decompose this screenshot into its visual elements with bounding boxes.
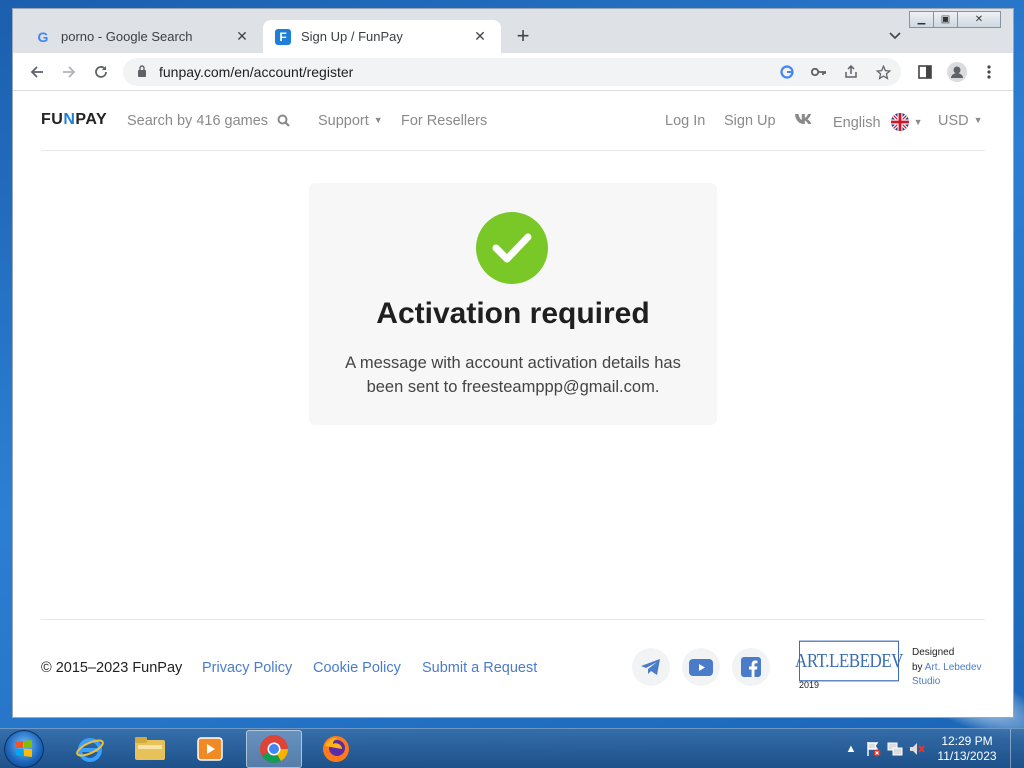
designed-by-text: Designed by Art. Lebedev Studio bbox=[912, 647, 982, 688]
submit-request-link[interactable]: Submit a Request bbox=[422, 660, 537, 676]
maximize-button[interactable]: ▣ bbox=[933, 11, 958, 28]
signup-link[interactable]: Sign Up bbox=[724, 113, 776, 129]
facebook-icon[interactable] bbox=[732, 648, 770, 686]
success-check-icon bbox=[476, 212, 548, 284]
close-tab-icon[interactable]: ✕ bbox=[471, 28, 489, 46]
show-desktop-button[interactable] bbox=[1010, 729, 1024, 768]
caret-down-icon: ▼ bbox=[913, 117, 923, 127]
funpay-favicon-icon: F bbox=[275, 28, 291, 45]
search-icon[interactable] bbox=[277, 114, 291, 128]
firefox-icon[interactable] bbox=[308, 730, 364, 768]
profile-avatar-icon[interactable] bbox=[945, 60, 969, 84]
browser-toolbar: funpay.com/en/account/register bbox=[13, 53, 1013, 91]
close-tab-icon[interactable]: ✕ bbox=[233, 28, 251, 46]
internet-explorer-icon[interactable] bbox=[62, 730, 118, 768]
tab-strip: G porno - Google Search ✕ F Sign Up / Fu… bbox=[13, 9, 1013, 53]
google-lens-icon[interactable] bbox=[775, 60, 799, 84]
google-favicon-icon: G bbox=[37, 28, 49, 45]
youtube-icon[interactable] bbox=[682, 648, 720, 686]
system-tray: ▲ 12:29 PM 11/13/2023 bbox=[840, 729, 1024, 768]
telegram-icon[interactable] bbox=[632, 648, 670, 686]
new-tab-button[interactable]: + bbox=[511, 23, 535, 48]
tab-funpay-signup[interactable]: F Sign Up / FunPay ✕ bbox=[263, 20, 501, 53]
clock-date: 11/13/2023 bbox=[937, 749, 997, 763]
tab-title: porno - Google Search bbox=[61, 29, 193, 44]
share-icon[interactable] bbox=[839, 60, 863, 84]
tab-google-search[interactable]: G porno - Google Search ✕ bbox=[23, 20, 263, 53]
password-key-icon[interactable] bbox=[807, 60, 831, 84]
volume-muted-icon[interactable] bbox=[906, 738, 928, 760]
system-clock[interactable]: 12:29 PM 11/13/2023 bbox=[928, 734, 1006, 764]
action-center-flag-icon[interactable] bbox=[862, 738, 884, 760]
browser-menu-icon[interactable] bbox=[977, 60, 1001, 84]
login-link[interactable]: Log In bbox=[665, 113, 705, 129]
funpay-logo[interactable]: FUNPAY bbox=[41, 111, 107, 129]
uk-flag-icon bbox=[890, 113, 909, 131]
copyright-text: © 2015–2023 FunPay bbox=[41, 660, 183, 676]
vk-icon[interactable] bbox=[794, 112, 814, 130]
lock-icon bbox=[137, 64, 147, 80]
art-lebedev-logo[interactable]: ART.LEBEDEV bbox=[795, 640, 903, 682]
start-button[interactable] bbox=[4, 730, 44, 768]
cookie-policy-link[interactable]: Cookie Policy bbox=[313, 660, 401, 676]
page-viewport: FUNPAY Search by 416 games Support ▼ For … bbox=[13, 91, 1013, 717]
support-menu[interactable]: Support ▼ bbox=[318, 113, 383, 129]
address-bar[interactable]: funpay.com/en/account/register bbox=[123, 58, 901, 86]
file-explorer-icon[interactable] bbox=[122, 730, 178, 768]
site-header: FUNPAY Search by 416 games Support ▼ For … bbox=[41, 91, 985, 151]
lebedev-year: 2019 bbox=[799, 680, 820, 690]
language-selector[interactable]: English ▼ bbox=[833, 113, 923, 131]
show-hidden-icons-icon[interactable]: ▲ bbox=[840, 738, 862, 760]
taskbar: ▲ 12:29 PM 11/13/2023 bbox=[0, 728, 1024, 768]
game-search-input[interactable]: Search by 416 games bbox=[127, 113, 268, 129]
window-close-button[interactable]: ✕ bbox=[957, 11, 1001, 28]
for-resellers-link[interactable]: For Resellers bbox=[401, 113, 487, 129]
reload-button[interactable] bbox=[89, 60, 113, 84]
minimize-button[interactable]: ▁ bbox=[909, 11, 934, 28]
activation-message: A message with account activation detail… bbox=[345, 354, 681, 396]
tab-search-chevron-icon[interactable] bbox=[885, 26, 905, 46]
window-controls: ▁ ▣ ✕ bbox=[909, 11, 1001, 28]
activation-card: Activation required A message with accou… bbox=[309, 183, 717, 425]
caret-down-icon: ▼ bbox=[373, 115, 383, 125]
clock-time: 12:29 PM bbox=[941, 734, 993, 748]
media-player-icon[interactable] bbox=[182, 730, 238, 768]
side-panel-icon[interactable] bbox=[913, 60, 937, 84]
site-footer: © 2015–2023 FunPay Privacy Policy Cookie… bbox=[41, 619, 985, 709]
tab-title: Sign Up / FunPay bbox=[301, 29, 403, 44]
art-lebedev-studio-link[interactable]: Art. Lebedev Studio bbox=[912, 662, 982, 688]
network-icon[interactable] bbox=[884, 738, 906, 760]
back-button[interactable] bbox=[25, 60, 49, 84]
chrome-taskbar-icon[interactable] bbox=[246, 730, 302, 768]
browser-window: G porno - Google Search ✕ F Sign Up / Fu… bbox=[12, 8, 1014, 718]
currency-selector[interactable]: USD ▼ bbox=[938, 113, 983, 129]
url-text: funpay.com/en/account/register bbox=[159, 64, 354, 80]
forward-button[interactable] bbox=[57, 60, 81, 84]
privacy-policy-link[interactable]: Privacy Policy bbox=[202, 660, 292, 676]
activation-title: Activation required bbox=[376, 297, 650, 330]
caret-down-icon: ▼ bbox=[973, 115, 983, 125]
bookmark-star-icon[interactable] bbox=[871, 60, 895, 84]
